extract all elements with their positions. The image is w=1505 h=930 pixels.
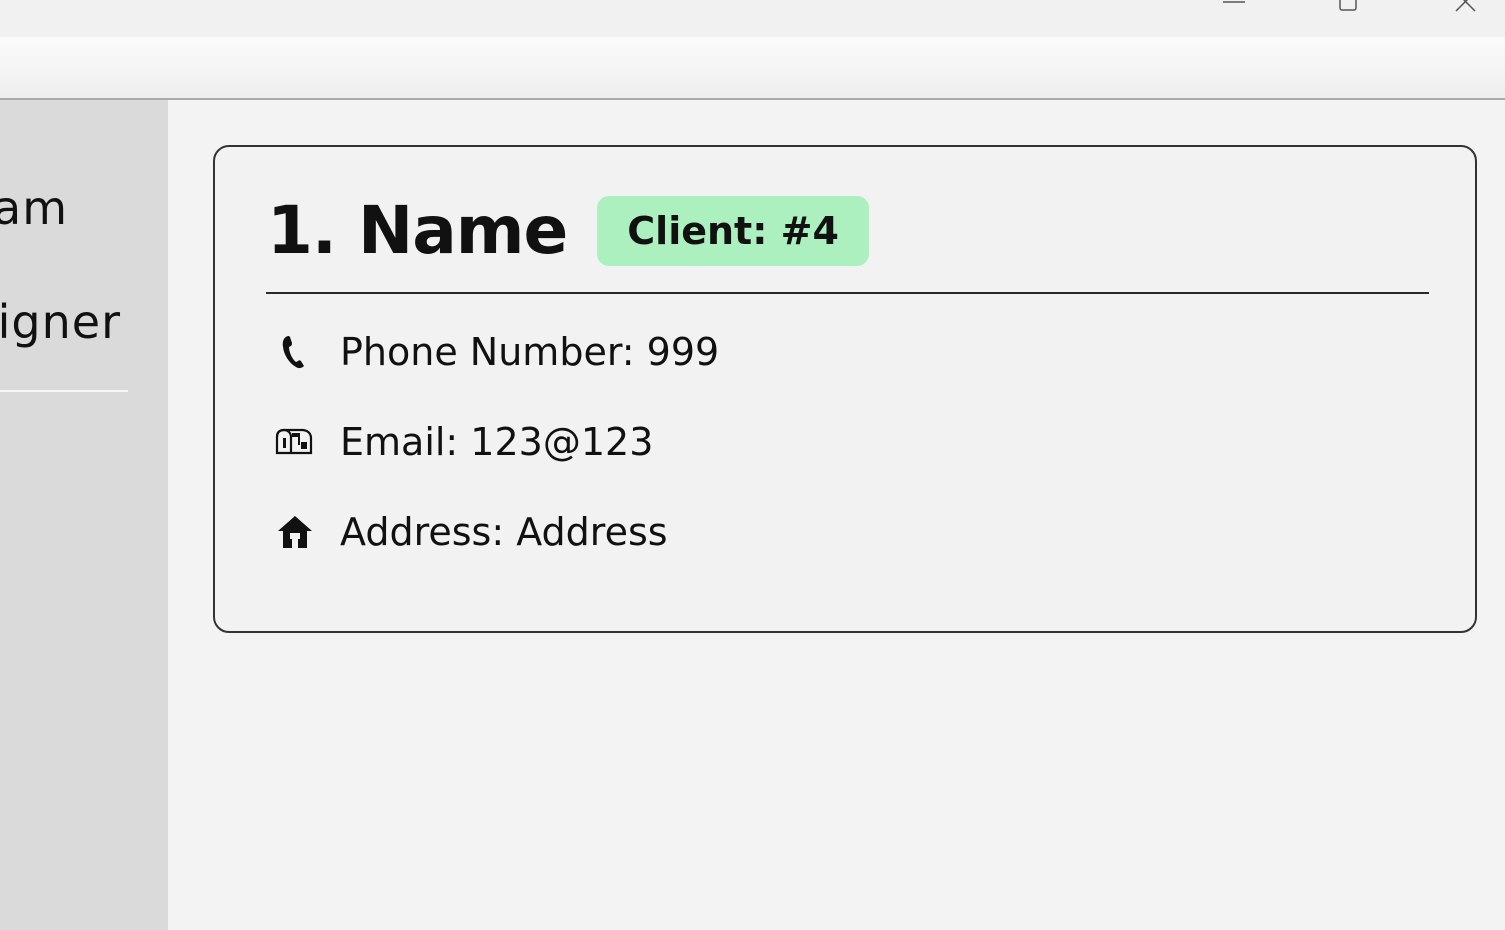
client-name-title: 1. Name [267, 192, 568, 269]
minimize-icon [1223, 1, 1245, 3]
maximize-button[interactable] [1319, 0, 1379, 20]
sidebar-item-label: am [0, 181, 68, 235]
close-button[interactable] [1436, 0, 1496, 20]
sidebar-item-label: igner [0, 295, 121, 349]
maximize-icon [1339, 0, 1357, 11]
minimize-button[interactable] [1204, 0, 1264, 20]
mailbox-icon [273, 420, 317, 464]
title-bar [0, 0, 1505, 37]
sidebar: am igner [0, 100, 168, 930]
client-badge: Client: #4 [597, 196, 869, 266]
phone-row: Phone Number: 999 [273, 327, 719, 377]
address-row: Address: Address [273, 507, 668, 557]
email-row: Email: 123@123 [273, 417, 653, 467]
sidebar-divider [0, 390, 128, 392]
home-icon [273, 510, 317, 554]
card-header: 1. Name Client: #4 [267, 195, 869, 267]
sidebar-item-1[interactable]: igner [0, 292, 168, 352]
email-text: Email: 123@123 [340, 420, 654, 464]
phone-text: Phone Number: 999 [340, 330, 720, 374]
card-divider [266, 292, 1429, 294]
close-icon [1455, 0, 1476, 12]
sidebar-item-0[interactable]: am [0, 178, 168, 238]
main-content: 1. Name Client: #4 Phone Number: 999 Ema… [168, 100, 1505, 930]
toolbar [0, 37, 1505, 100]
client-card[interactable]: 1. Name Client: #4 Phone Number: 999 Ema… [213, 145, 1477, 633]
phone-icon [273, 330, 317, 374]
address-text: Address: Address [340, 510, 668, 554]
